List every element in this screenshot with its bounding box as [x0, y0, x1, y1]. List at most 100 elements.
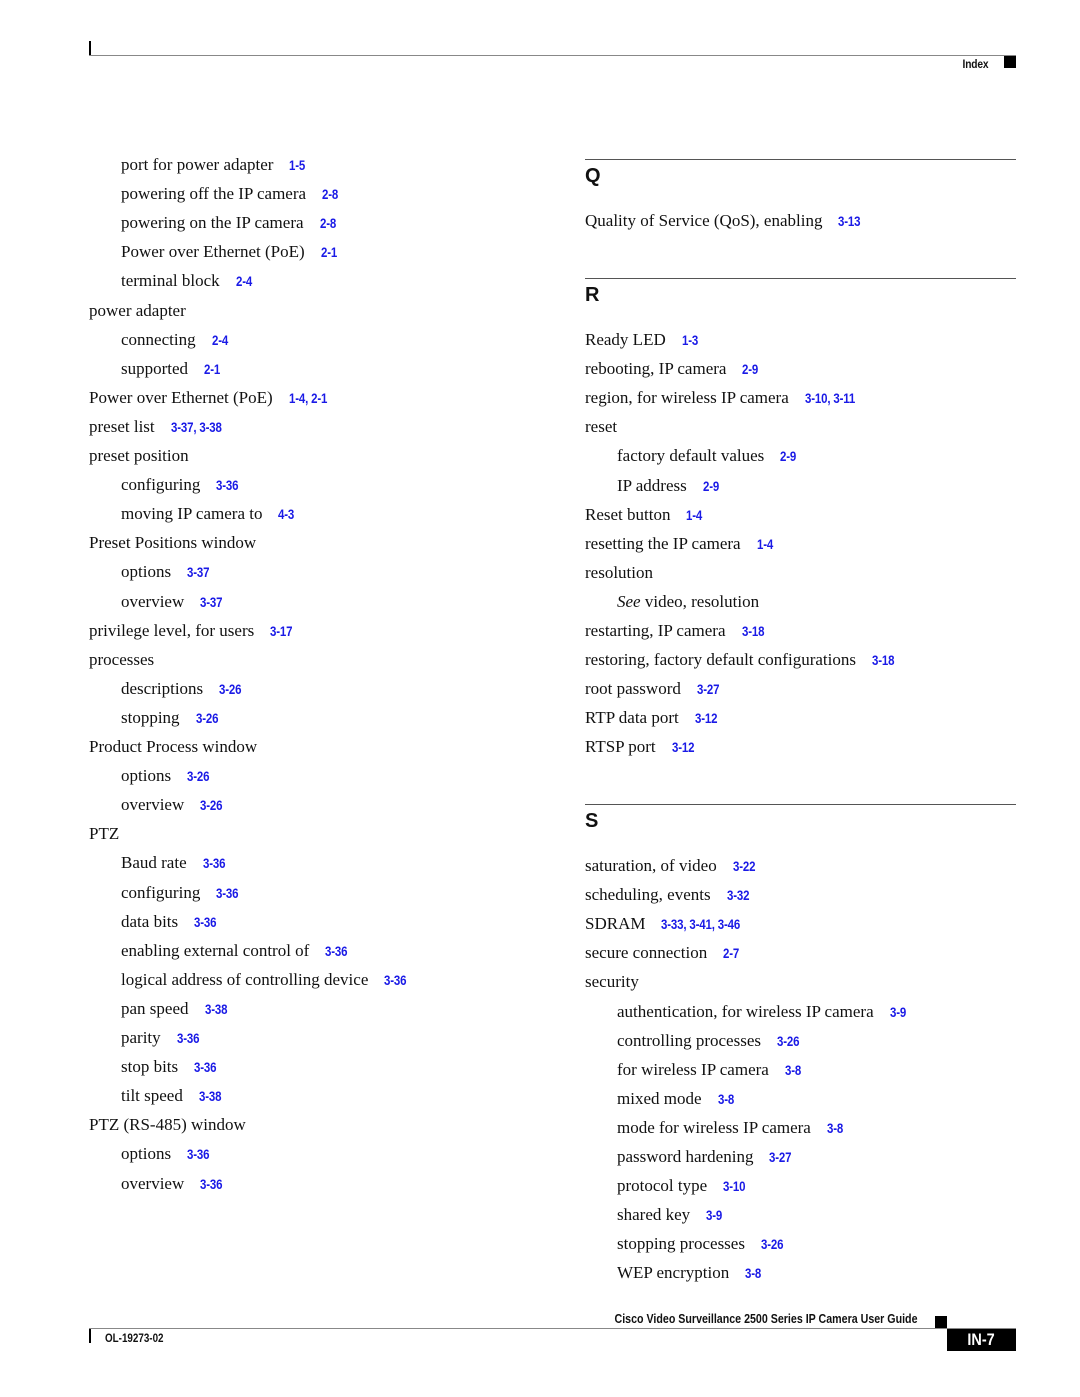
page-reference-link[interactable]: 2-8 — [322, 184, 338, 204]
page-reference-link[interactable]: 2-4 — [236, 271, 252, 291]
page-reference-link[interactable]: 3-8 — [718, 1089, 734, 1109]
page-reference-link[interactable]: 3-10 — [723, 1176, 745, 1196]
page-reference-link[interactable]: 1-4, 2-1 — [289, 388, 327, 408]
page-reference-link[interactable]: 1-4 — [686, 505, 702, 525]
page-reference-link[interactable]: 3-27 — [697, 679, 719, 699]
page-reference-link[interactable]: 3-8 — [785, 1060, 801, 1080]
page-reference-link[interactable]: 1-3 — [682, 330, 698, 350]
page-reference-link[interactable]: 3-36 — [325, 941, 347, 961]
page-reference-link[interactable]: 3-37 — [200, 592, 222, 612]
entry-term: stop bits — [121, 1057, 179, 1077]
page-reference-link[interactable]: 3-32 — [727, 885, 749, 905]
entry-term: powering off the IP camera — [121, 184, 307, 204]
entry-term: Quality of Service (QoS), enabling — [585, 211, 823, 230]
page-reference-link[interactable]: 3-17 — [270, 621, 292, 641]
header-section-label: Index — [962, 57, 988, 71]
index-subentry: pan speed 3-38 — [121, 999, 232, 1019]
entry-term: options — [121, 1144, 172, 1164]
page-reference-link[interactable]: 2-1 — [321, 242, 337, 262]
page-reference-link[interactable]: 2-9 — [742, 359, 758, 379]
page-reference-link[interactable]: 3-26 — [196, 708, 218, 728]
page-reference-link[interactable]: 3-36 — [194, 1057, 216, 1077]
index-subentry: supported 2-1 — [121, 359, 224, 379]
entry-term: for wireless IP camera — [617, 1059, 769, 1079]
page-reference-link[interactable]: 3-27 — [769, 1147, 791, 1167]
entry-term: logical address of controlling device — [121, 969, 369, 989]
page-reference-link[interactable]: 3-36 — [216, 883, 238, 903]
entry-term: security — [585, 972, 639, 992]
index-entry: scheduling, events 3-32 — [585, 885, 754, 905]
footer-rule — [89, 1328, 1016, 1329]
index-subentry: shared key 3-9 — [617, 1205, 726, 1225]
entry-term: terminal block — [121, 271, 220, 291]
index-entry: power adapter — [89, 301, 186, 321]
page-reference-link[interactable]: 2-8 — [320, 213, 336, 233]
page-reference-link[interactable]: 3-36 — [177, 1028, 199, 1048]
page-reference-link[interactable]: 3-26 — [777, 1031, 799, 1051]
index-subentry: moving IP camera to 4-3 — [121, 504, 298, 524]
page-reference-link[interactable]: 3-37 — [187, 562, 209, 582]
entry-term: Power over Ethernet (PoE) — [121, 242, 305, 262]
page-reference-link[interactable]: 3-13 — [838, 211, 860, 231]
index-subentry: Baud rate 3-36 — [121, 853, 230, 873]
entry-term: connecting — [121, 329, 196, 349]
page-reference-link[interactable]: 3-26 — [200, 795, 222, 815]
page-reference-link[interactable]: 3-18 — [742, 621, 764, 641]
footer-doc-number: OL-19273-02 — [105, 1331, 164, 1345]
index-entry: reset — [585, 417, 617, 437]
page-reference-link[interactable]: 3-38 — [205, 999, 227, 1019]
page-reference-link[interactable]: 3-8 — [745, 1263, 761, 1283]
page-reference-link[interactable]: 3-33, 3-41, 3-46 — [661, 914, 740, 934]
page-reference-link[interactable]: 3-38 — [199, 1086, 221, 1106]
page-reference-link[interactable]: 3-9 — [706, 1205, 722, 1225]
page-reference-link[interactable]: 3-26 — [219, 679, 241, 699]
index-subentry: mixed mode 3-8 — [617, 1089, 737, 1109]
page-reference-link[interactable]: 2-7 — [723, 943, 739, 963]
page-reference-link[interactable]: 1-5 — [289, 155, 305, 175]
page-reference-link[interactable]: 1-4 — [757, 534, 773, 554]
entry-term: overview — [121, 591, 185, 611]
entry-term: resetting the IP camera — [585, 533, 741, 553]
entry-term: overview — [121, 795, 185, 815]
page-number-label: IN-7 — [967, 1330, 996, 1349]
page-reference-link[interactable]: 4-3 — [278, 504, 294, 524]
page-reference-link[interactable]: 3-36 — [194, 912, 216, 932]
page-reference-link[interactable]: 3-26 — [761, 1234, 783, 1254]
footer-book-title: Cisco Video Surveillance 2500 Series IP … — [614, 1311, 917, 1326]
index-subentry: protocol type 3-10 — [617, 1176, 750, 1196]
index-subentry: tilt speed 3-38 — [121, 1086, 226, 1106]
page-reference-link[interactable]: 3-36 — [216, 475, 238, 495]
index-subentry: Power over Ethernet (PoE) 2-1 — [121, 242, 340, 262]
footer-block-marker — [935, 1316, 947, 1328]
page-reference-link[interactable]: 2-1 — [204, 359, 220, 379]
index-entry: PTZ — [89, 824, 119, 844]
index-entry: privilege level, for users 3-17 — [89, 621, 297, 641]
page-reference-link[interactable]: 3-9 — [890, 1002, 906, 1022]
page-reference-link[interactable]: 2-4 — [212, 330, 228, 350]
page-reference-link[interactable]: 3-37, 3-38 — [171, 417, 222, 437]
page-reference-link[interactable]: 2-9 — [780, 446, 796, 466]
page-reference-link[interactable]: 3-10, 3-11 — [805, 388, 855, 408]
page-reference-link[interactable]: 3-22 — [733, 856, 755, 876]
page-reference-link[interactable]: 3-12 — [672, 737, 694, 757]
section-s-rule — [585, 804, 1016, 805]
index-entry: preset list 3-37, 3-38 — [89, 417, 232, 437]
page-reference-link[interactable]: 3-18 — [872, 650, 894, 670]
page-reference-link[interactable]: 3-12 — [695, 708, 717, 728]
entry-term: overview — [121, 1173, 185, 1193]
entry-term: processes — [89, 649, 155, 669]
page-reference-link[interactable]: 3-36 — [200, 1174, 222, 1194]
page-reference-link[interactable]: 3-36 — [203, 853, 225, 873]
page-reference-link[interactable]: 2-9 — [703, 476, 719, 496]
entry-term: Product Process window — [89, 737, 258, 756]
page-reference-link[interactable]: 3-36 — [384, 970, 406, 990]
page-reference-link[interactable]: 3-8 — [827, 1118, 843, 1138]
entry-term: resolution — [585, 562, 653, 582]
entry-term: protocol type — [617, 1176, 708, 1196]
index-subentry: logical address of controlling device 3-3… — [121, 970, 412, 990]
entry-term: Baud rate — [121, 853, 187, 873]
page-reference-link[interactable]: 3-36 — [187, 1144, 209, 1164]
page-reference-link[interactable]: 3-26 — [187, 766, 209, 786]
entry-term: reset — [585, 417, 618, 437]
index-entry: security — [585, 972, 639, 992]
